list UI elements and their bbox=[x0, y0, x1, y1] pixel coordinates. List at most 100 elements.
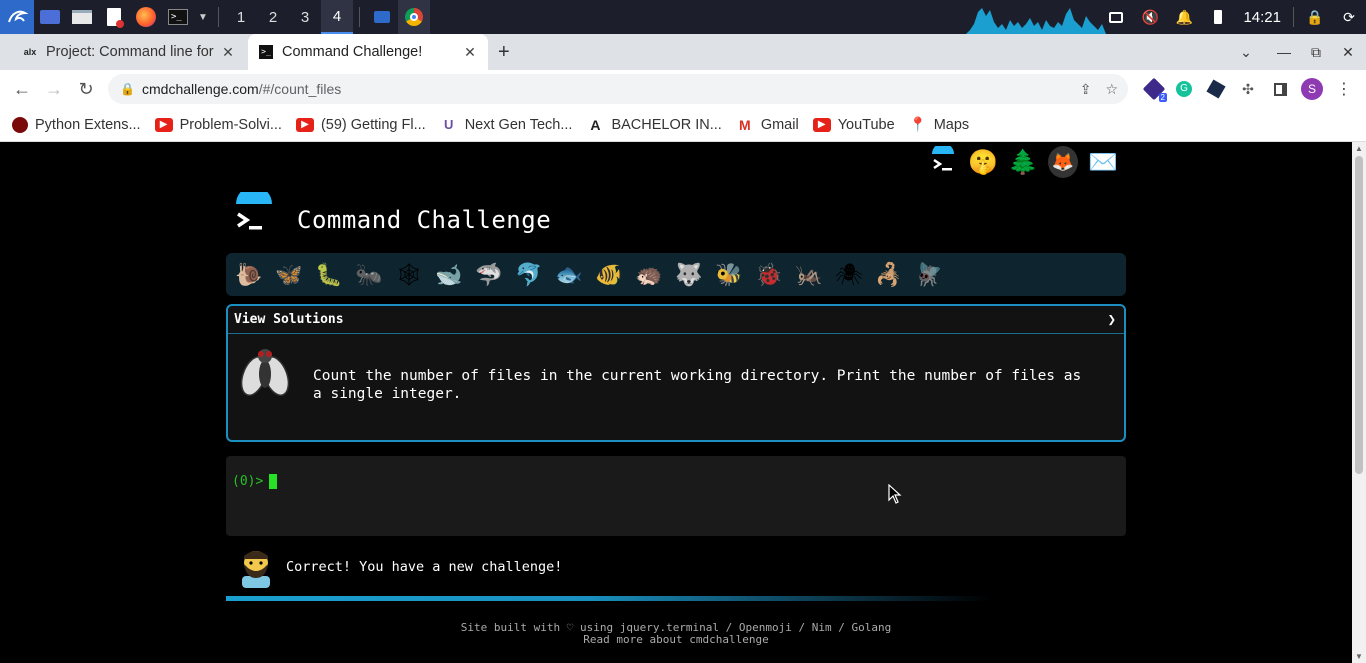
chevron-down-icon[interactable]: ▼ bbox=[194, 0, 212, 34]
minimize-window-icon[interactable]: — bbox=[1268, 34, 1300, 70]
scroll-down-icon[interactable]: ▼ bbox=[1355, 652, 1363, 661]
extension-badge-icon[interactable]: 2 bbox=[1142, 77, 1167, 102]
terminal-prompt[interactable]: (0)> bbox=[232, 474, 278, 489]
tab-search-chevron-icon[interactable]: ⌄ bbox=[1230, 34, 1262, 70]
mouse-pointer-icon bbox=[888, 484, 902, 504]
workspace-2[interactable]: 2 bbox=[257, 0, 289, 34]
youtube-icon: ▶ bbox=[295, 117, 314, 132]
more-menu-icon[interactable]: ⋮ bbox=[1333, 78, 1355, 100]
level-2-icon[interactable]: 🦋 bbox=[272, 258, 306, 292]
system-tray: 🔇 🔔 14:21 🔒 ⟳ bbox=[1099, 0, 1366, 34]
chrome-window-icon[interactable] bbox=[398, 0, 430, 34]
close-window-icon[interactable]: ✕ bbox=[1332, 34, 1364, 70]
tab-command-challenge[interactable]: >_ Command Challenge! ✕ bbox=[248, 34, 488, 70]
kali-dragon-icon bbox=[8, 10, 28, 23]
extensions-puzzle-icon[interactable]: ✣ bbox=[1237, 78, 1259, 100]
level-8-icon[interactable]: 🐬 bbox=[512, 258, 546, 292]
shushing-face-icon[interactable]: 🤫 bbox=[968, 146, 998, 178]
site-logo-icon bbox=[236, 192, 272, 230]
mail-icon[interactable]: ✉️ bbox=[1088, 146, 1118, 178]
reload-icon[interactable]: ↻ bbox=[75, 78, 97, 100]
bookmark-problem-solvi[interactable]: ▶ Problem-Solvi... bbox=[154, 117, 282, 133]
volume-muted-icon[interactable]: 🔇 bbox=[1133, 0, 1167, 34]
profile-avatar[interactable]: S bbox=[1301, 78, 1323, 100]
view-solutions-toggle[interactable]: View Solutions ❯ bbox=[228, 306, 1124, 334]
bookmark-youtube[interactable]: ▶ YouTube bbox=[812, 117, 895, 133]
close-tab-icon[interactable]: ✕ bbox=[462, 44, 478, 61]
level-15-icon[interactable]: 🦗 bbox=[792, 258, 826, 292]
new-tab-icon[interactable]: + bbox=[498, 41, 510, 64]
workspace-4[interactable]: 4 bbox=[321, 0, 353, 34]
level-6-icon[interactable]: 🐋 bbox=[432, 258, 466, 292]
lock-screen-icon[interactable]: 🔒 bbox=[1298, 0, 1332, 34]
scroll-thumb[interactable] bbox=[1355, 156, 1363, 474]
level-18-icon[interactable]: 🪰 bbox=[912, 258, 946, 292]
text-editor-icon[interactable] bbox=[98, 0, 130, 34]
bookmark-python-extens[interactable]: Python Extens... bbox=[12, 116, 141, 133]
level-9-icon[interactable]: 🐟 bbox=[552, 258, 586, 292]
workspace-1[interactable]: 1 bbox=[225, 0, 257, 34]
notifications-bell-icon[interactable]: 🔔 bbox=[1167, 0, 1201, 34]
youtube-icon: ▶ bbox=[154, 117, 173, 132]
chevron-right-icon: ❯ bbox=[1107, 311, 1116, 328]
desktop-icon[interactable] bbox=[34, 0, 66, 34]
close-tab-icon[interactable]: ✕ bbox=[220, 44, 236, 61]
tab-title: Project: Command line for bbox=[46, 44, 214, 60]
side-panel-icon[interactable] bbox=[1269, 78, 1291, 100]
level-7-icon[interactable]: 🦈 bbox=[472, 258, 506, 292]
level-17-icon[interactable]: 🦂 bbox=[872, 258, 906, 292]
address-bar[interactable]: 🔒 cmdchallenge.com/#/count_files ⇪ ☆ bbox=[108, 74, 1128, 104]
forward-arrow-icon[interactable]: → bbox=[43, 78, 65, 100]
bookmark-maps[interactable]: 📍 Maps bbox=[909, 116, 969, 133]
level-16-icon[interactable]: 🕷 bbox=[832, 258, 866, 292]
bookmark-star-icon[interactable]: ☆ bbox=[1105, 81, 1118, 98]
browser-toolbar: ← → ↻ 🔒 cmdchallenge.com/#/count_files ⇪… bbox=[0, 70, 1366, 108]
bookmark-label: Next Gen Tech... bbox=[464, 116, 573, 133]
start-menu-button[interactable] bbox=[0, 0, 34, 34]
tab-project-command-line[interactable]: alx Project: Command line for ✕ bbox=[12, 34, 246, 70]
restore-window-icon[interactable]: ⧉ bbox=[1300, 34, 1332, 70]
tree-icon[interactable]: 🌲 bbox=[1008, 146, 1038, 178]
browser-tab-strip: alx Project: Command line for ✕ >_ Comma… bbox=[0, 34, 1366, 70]
level-11-icon[interactable]: 🦔 bbox=[632, 258, 666, 292]
level-10-icon[interactable]: 🐠 bbox=[592, 258, 626, 292]
level-14-icon[interactable]: 🐞 bbox=[752, 258, 786, 292]
back-arrow-icon[interactable]: ← bbox=[11, 78, 33, 100]
url-text[interactable]: cmdchallenge.com/#/count_files bbox=[142, 81, 341, 97]
page-scrollbar[interactable]: ▲ ▼ bbox=[1352, 142, 1366, 663]
screen-icon[interactable] bbox=[1099, 0, 1133, 34]
window-list-item-icon[interactable] bbox=[366, 0, 398, 34]
level-5-icon[interactable]: 🕸 bbox=[392, 258, 426, 292]
progress-bar bbox=[226, 596, 1126, 601]
bookmark-next-gen-tech[interactable]: U Next Gen Tech... bbox=[440, 116, 573, 133]
gitlab-icon[interactable]: 🦊 bbox=[1048, 146, 1078, 178]
workspace-3[interactable]: 3 bbox=[289, 0, 321, 34]
level-4-icon[interactable]: 🐜 bbox=[352, 258, 386, 292]
header-icon-links: 🤫 🌲 🦊 ✉️ bbox=[928, 146, 1118, 178]
hexagon-extension-icon[interactable] bbox=[1205, 78, 1227, 100]
level-1-icon[interactable]: 🐌 bbox=[232, 258, 266, 292]
share-icon[interactable]: ⇪ bbox=[1080, 81, 1092, 98]
lock-icon[interactable]: 🔒 bbox=[120, 82, 136, 96]
level-12-icon[interactable]: 🐺 bbox=[672, 258, 706, 292]
level-3-icon[interactable]: 🐛 bbox=[312, 258, 346, 292]
footer-read-more-link[interactable]: Read more about cmdchallenge bbox=[0, 634, 1352, 646]
fly-icon bbox=[240, 349, 290, 396]
terminal-app-icon[interactable]: >_ bbox=[162, 0, 194, 34]
taskbar-separator bbox=[218, 7, 219, 27]
bookmark-bachelor-in[interactable]: A BACHELOR IN... bbox=[586, 117, 721, 133]
firefox-icon[interactable] bbox=[130, 0, 162, 34]
power-refresh-icon[interactable]: ⟳ bbox=[1332, 0, 1366, 34]
terminal-input[interactable]: (0)> bbox=[226, 456, 1126, 536]
level-13-icon[interactable]: 🐝 bbox=[712, 258, 746, 292]
bookmark-getting-fl[interactable]: ▶ (59) Getting Fl... bbox=[295, 117, 426, 133]
terminal-icon[interactable] bbox=[928, 146, 958, 178]
feedback-text: Correct! You have a new challenge! bbox=[286, 559, 563, 575]
bookmark-gmail[interactable]: M Gmail bbox=[736, 117, 799, 133]
scroll-up-icon[interactable]: ▲ bbox=[1355, 144, 1363, 153]
tray-separator bbox=[1293, 7, 1294, 27]
clock[interactable]: 14:21 bbox=[1235, 9, 1289, 26]
battery-icon[interactable] bbox=[1201, 0, 1235, 34]
grammarly-icon[interactable]: G bbox=[1173, 78, 1195, 100]
file-manager-icon[interactable] bbox=[66, 0, 98, 34]
